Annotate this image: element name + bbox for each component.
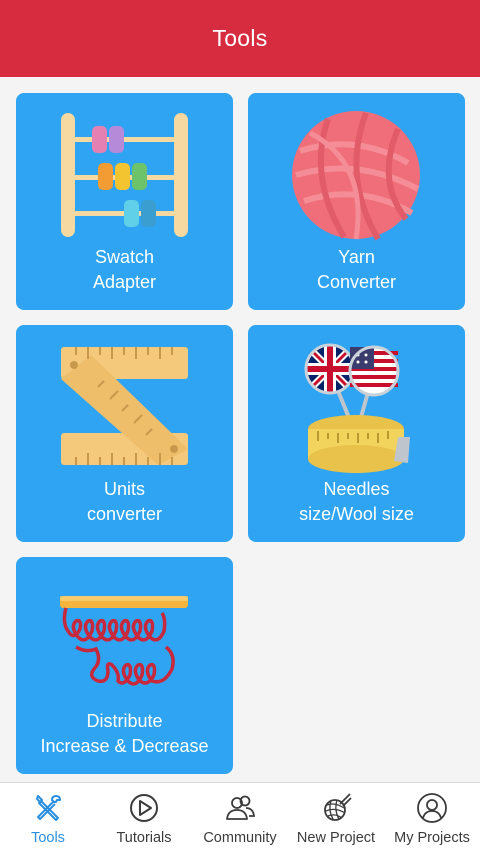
card-label-line1: Needles (323, 479, 390, 499)
yarn-needles-icon (324, 793, 352, 821)
card-label-line1: Yarn (338, 247, 375, 267)
card-label-line1: Distribute (86, 711, 163, 731)
card-label: Needles size/Wool size (248, 477, 465, 527)
card-label-line2: converter (86, 504, 163, 524)
tab-tutorials-label: Tutorials (116, 830, 172, 846)
card-label: Units converter (16, 477, 233, 527)
tab-new-project-label: New Project (296, 830, 376, 846)
abacus-icon (61, 113, 188, 237)
card-label: Swatch Adapter (16, 245, 233, 295)
distribute-increase-decrease-card[interactable]: Distribute Increase & Decrease (16, 557, 233, 774)
tools-icon (36, 795, 61, 821)
card-label-line1: Swatch (94, 247, 155, 267)
tab-tutorials[interactable]: Tutorials (96, 783, 192, 855)
tab-community-label: Community (203, 830, 277, 846)
tab-tools-label: Tools (31, 830, 65, 846)
page-title: Tools (212, 25, 268, 51)
knitting-stitches-icon (60, 596, 188, 686)
profile-icon (417, 793, 447, 823)
bottom-tab-bar: Tools Tutorials Community New Project My… (0, 782, 480, 855)
community-icon (226, 795, 256, 820)
card-label-line1: Units (103, 479, 145, 499)
needles-measuring-tape-icon (304, 343, 410, 473)
play-icon (130, 794, 158, 822)
yarn-converter-card[interactable]: Yarn Converter (248, 93, 465, 310)
tab-my-projects[interactable]: My Projects (384, 783, 480, 855)
card-label-line2: Increase & Decrease (40, 736, 209, 756)
tab-tools[interactable]: Tools (0, 783, 96, 855)
card-label: Yarn Converter (248, 245, 465, 295)
card-label-line2: Converter (316, 272, 397, 292)
tab-my-projects-label: My Projects (394, 830, 470, 846)
card-label-line2: Adapter (92, 272, 157, 292)
swatch-adapter-card[interactable]: Swatch Adapter (16, 93, 233, 310)
folding-ruler-icon (61, 347, 188, 465)
yarn-ball-icon (292, 111, 420, 241)
app-header: Tools (0, 0, 480, 77)
tab-community[interactable]: Community (192, 783, 288, 855)
units-converter-card[interactable]: Units converter (16, 325, 233, 542)
card-label: Distribute Increase & Decrease (16, 709, 233, 759)
card-label-line2: size/Wool size (299, 504, 414, 524)
needles-wool-size-card[interactable]: Needles size/Wool size (248, 325, 465, 542)
tab-new-project[interactable]: New Project (288, 783, 384, 855)
